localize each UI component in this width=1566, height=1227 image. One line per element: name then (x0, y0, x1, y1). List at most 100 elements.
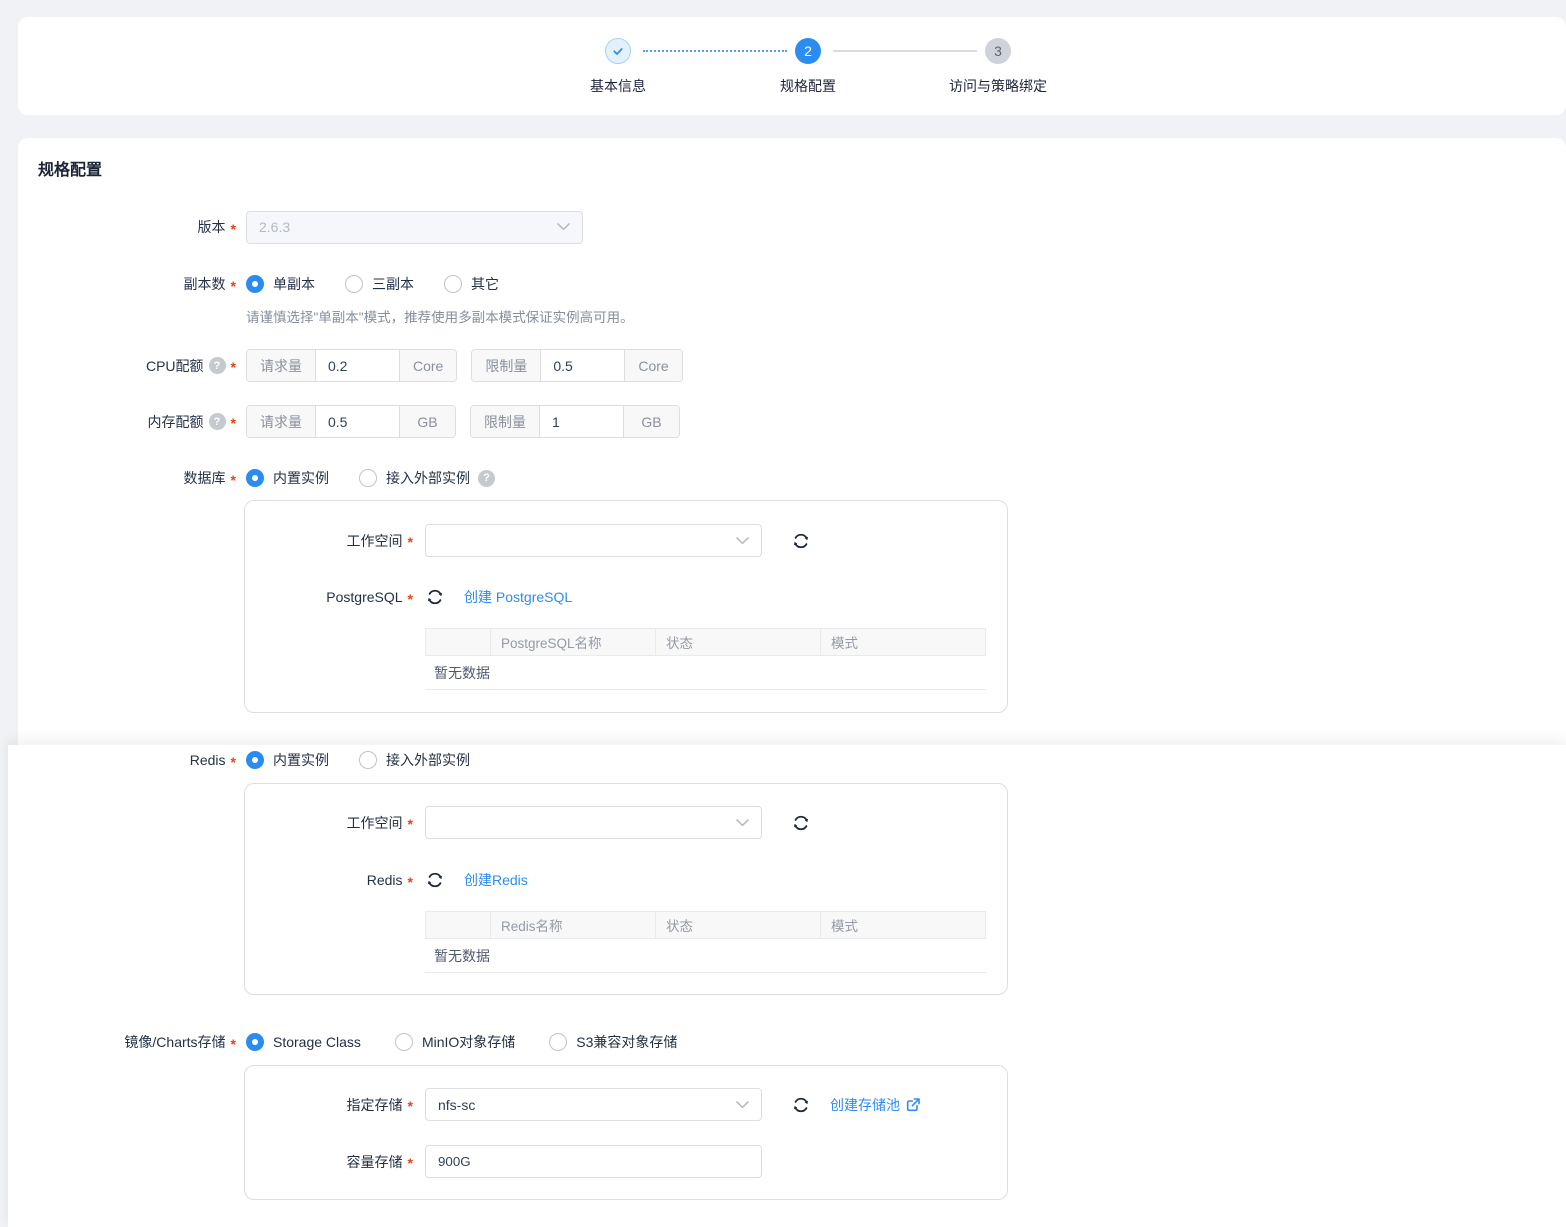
help-icon[interactable]: ? (209, 357, 226, 374)
required-asterisk: * (231, 278, 236, 294)
radio-redis-internal[interactable]: 内置实例 (246, 750, 329, 770)
table-header-status: 状态 (656, 912, 821, 938)
database-label: 数据库 * (0, 468, 236, 488)
create-storage-pool-link[interactable]: 创建存储池 (830, 1095, 921, 1115)
radio-label: 三副本 (372, 274, 414, 294)
required-asterisk: * (231, 472, 236, 488)
redis-panel: 工作空间 * R (244, 783, 1008, 995)
memory-limit-addon: 限制量 (471, 406, 539, 437)
cpu-unit-addon: Core (400, 350, 456, 381)
step-1-indicator (605, 38, 631, 64)
redis-workspace-select[interactable] (425, 806, 762, 839)
radio-db-external[interactable]: 接入外部实例 (359, 468, 470, 488)
radio-unselected-icon (395, 1033, 413, 1051)
radio-minio-storage[interactable]: MinIO对象存储 (395, 1032, 515, 1052)
memory-request-input[interactable] (315, 406, 400, 437)
create-postgresql-link[interactable]: 创建 PostgreSQL (464, 587, 572, 607)
refresh-icon[interactable] (791, 813, 811, 833)
radio-selected-icon (246, 1033, 264, 1051)
postgresql-table: PostgreSQL名称 状态 模式 暂无数据 (425, 628, 986, 690)
radio-replica-other[interactable]: 其它 (444, 274, 499, 294)
storage-capacity-input[interactable] (425, 1145, 762, 1178)
step-3-number: 3 (994, 43, 1002, 59)
table-header-mode: 模式 (821, 912, 986, 938)
radio-label: 单副本 (273, 274, 315, 294)
storage-class-label: 指定存储 * (245, 1095, 413, 1115)
cpu-unit-addon: Core (625, 350, 681, 381)
redis-label: Redis * (0, 751, 236, 770)
radio-label: 内置实例 (273, 750, 329, 770)
step-3-indicator: 3 (985, 38, 1011, 64)
create-redis-link[interactable]: 创建Redis (464, 870, 528, 890)
radio-label: 接入外部实例 (386, 468, 470, 488)
check-icon (610, 43, 626, 59)
db-workspace-select[interactable] (425, 524, 762, 557)
storage-capacity-label: 容量存储 * (245, 1152, 413, 1172)
table-select-column (426, 912, 491, 938)
stepper-card (18, 17, 1566, 115)
required-asterisk: * (408, 534, 413, 550)
step-2-number: 2 (804, 43, 812, 59)
create-storage-pool-text: 创建存储池 (830, 1095, 900, 1115)
radio-s3-storage[interactable]: S3兼容对象存储 (549, 1032, 677, 1052)
redis-table: Redis名称 状态 模式 暂无数据 (425, 911, 986, 973)
step-connector-1-2 (643, 50, 787, 52)
workspace-label: 工作空间 * (245, 813, 413, 833)
radio-selected-icon (246, 751, 264, 769)
chevron-down-icon (736, 819, 749, 827)
required-asterisk: * (231, 359, 236, 375)
cpu-limit-group: 限制量 Core (471, 349, 682, 382)
required-asterisk: * (231, 415, 236, 431)
required-asterisk: * (231, 221, 236, 237)
page-title: 规格配置 (38, 156, 102, 180)
table-header-name: Redis名称 (491, 912, 656, 938)
table-header-status: 状态 (656, 629, 821, 655)
radio-db-internal[interactable]: 内置实例 (246, 468, 329, 488)
table-header-name: PostgreSQL名称 (491, 629, 656, 655)
refresh-icon[interactable] (425, 870, 445, 890)
cpu-request-group: 请求量 Core (246, 349, 457, 382)
storage-class-select-value: nfs-sc (438, 1097, 475, 1113)
cpu-request-addon: 请求量 (247, 350, 315, 381)
step-2-label[interactable]: 规格配置 (780, 76, 836, 96)
required-asterisk: * (408, 1155, 413, 1171)
help-icon[interactable]: ? (478, 470, 495, 487)
table-empty-text: 暂无数据 (425, 939, 986, 973)
postgresql-label: PostgreSQL * (245, 588, 413, 607)
version-select[interactable]: 2.6.3 (246, 211, 583, 244)
radio-selected-icon (246, 275, 264, 293)
image-charts-storage-label: 镜像/Charts存储 * (0, 1032, 236, 1052)
step-3-label[interactable]: 访问与策略绑定 (949, 76, 1047, 96)
version-label: 版本 * (0, 217, 236, 237)
table-header-row: Redis名称 状态 模式 (425, 911, 986, 939)
cpu-limit-input[interactable] (540, 350, 625, 381)
radio-replica-three[interactable]: 三副本 (345, 274, 414, 294)
chevron-down-icon (557, 223, 570, 231)
chevron-down-icon (736, 537, 749, 545)
step-1-label[interactable]: 基本信息 (590, 76, 646, 96)
memory-unit-addon: GB (400, 406, 455, 437)
radio-redis-external[interactable]: 接入外部实例 (359, 750, 470, 770)
required-asterisk: * (408, 1098, 413, 1114)
radio-replica-single[interactable]: 单副本 (246, 274, 315, 294)
refresh-icon[interactable] (791, 531, 811, 551)
replicas-hint-text: 请谨慎选择"单副本"模式，推荐使用多副本模式保证实例高可用。 (246, 306, 634, 326)
memory-quota-label: 内存配额 ? * (0, 412, 236, 432)
table-empty-text: 暂无数据 (425, 656, 986, 690)
radio-selected-icon (246, 469, 264, 487)
step-connector-2-3 (833, 50, 977, 52)
cpu-request-input[interactable] (315, 350, 400, 381)
memory-limit-group: 限制量 GB (470, 405, 680, 438)
cpu-quota-label: CPU配额 ? * (0, 356, 236, 376)
required-asterisk: * (231, 1036, 236, 1052)
radio-label: MinIO对象存储 (422, 1032, 515, 1052)
database-panel: 工作空间 * P (244, 500, 1008, 713)
memory-limit-input[interactable] (539, 406, 624, 437)
help-icon[interactable]: ? (209, 413, 226, 430)
storage-class-select[interactable]: nfs-sc (425, 1088, 762, 1121)
refresh-icon[interactable] (791, 1095, 811, 1115)
refresh-icon[interactable] (425, 587, 445, 607)
chevron-down-icon (736, 1101, 749, 1109)
memory-request-group: 请求量 GB (246, 405, 456, 438)
radio-storage-class[interactable]: Storage Class (246, 1033, 361, 1051)
